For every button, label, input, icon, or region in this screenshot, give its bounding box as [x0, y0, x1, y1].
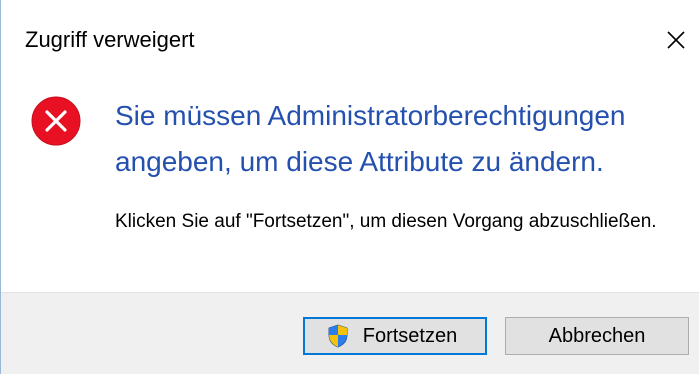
- button-footer: Fortsetzen Abbrechen: [1, 292, 699, 374]
- dialog-title: Zugriff verweigert: [25, 27, 195, 52]
- continue-button-label: Fortsetzen: [362, 324, 458, 347]
- access-denied-dialog: Zugriff verweigert Sie müssen Administra…: [0, 0, 699, 374]
- content-text: Klicken Sie auf "Fortsetzen", um diesen …: [115, 211, 657, 232]
- main-instruction: Sie müssen Administratorberechtigungen a…: [115, 100, 626, 177]
- title-bar: Zugriff verweigert: [1, 0, 699, 86]
- close-icon: [667, 31, 685, 49]
- uac-shield-icon: [328, 324, 348, 348]
- cancel-button-label: Abbrechen: [548, 324, 646, 347]
- error-icon: [31, 96, 81, 146]
- continue-button[interactable]: Fortsetzen: [303, 317, 487, 355]
- close-button[interactable]: [656, 18, 696, 62]
- cancel-button[interactable]: Abbrechen: [505, 317, 689, 355]
